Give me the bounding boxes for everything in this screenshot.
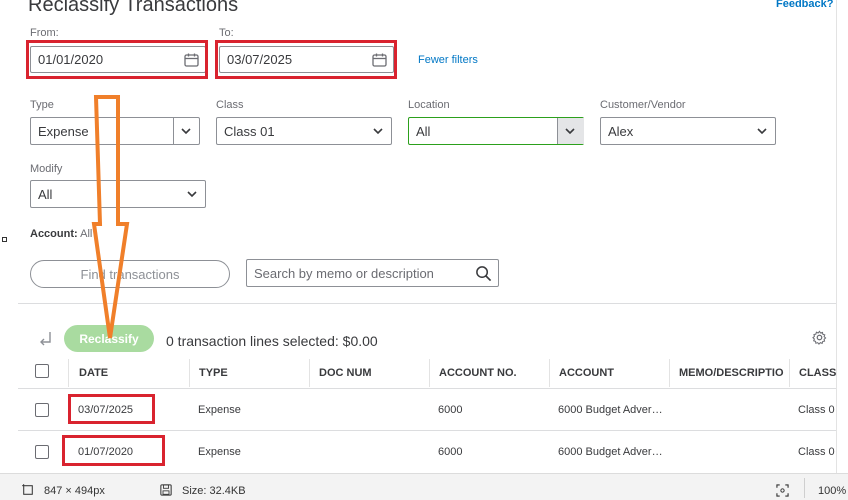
- type-select-divider: [173, 118, 174, 144]
- collapse-arrow-icon[interactable]: [38, 330, 54, 346]
- image-dimensions: 847 × 494px: [44, 485, 105, 497]
- account-label: Account:: [30, 228, 78, 240]
- column-header-date[interactable]: DATE: [79, 367, 108, 379]
- fit-screen-icon[interactable]: [776, 484, 789, 497]
- memo-search-input[interactable]: Search by memo or description: [246, 259, 499, 287]
- column-separator: [68, 359, 69, 387]
- row-checkbox[interactable]: [35, 403, 49, 417]
- row-account-no: 6000: [438, 446, 463, 458]
- customer-vendor-value: Alex: [608, 123, 634, 139]
- column-separator: [189, 359, 190, 387]
- to-date-highlight: [215, 40, 397, 79]
- from-date-highlight: [26, 40, 208, 79]
- column-header-type[interactable]: TYPE: [199, 367, 228, 379]
- chevron-down-icon[interactable]: [756, 125, 768, 137]
- column-separator: [549, 359, 550, 387]
- customer-vendor-label: Customer/Vendor: [600, 99, 686, 111]
- page-title: Reclassify Transactions: [28, 0, 239, 16]
- save-icon: [160, 484, 172, 496]
- modify-value: All: [38, 186, 53, 202]
- column-separator: [669, 359, 670, 387]
- row-date-highlight: [68, 394, 155, 424]
- row-account: 6000 Budget Adver…: [558, 404, 663, 416]
- annotation-arrow: [91, 95, 130, 339]
- fewer-filters-link[interactable]: Fewer filters: [418, 54, 478, 66]
- search-placeholder: Search by memo or description: [254, 265, 434, 281]
- customer-vendor-select[interactable]: Alex: [600, 117, 776, 145]
- location-select[interactable]: All: [408, 117, 584, 145]
- type-value: Expense: [38, 123, 89, 139]
- file-size: Size: 32.4KB: [182, 485, 246, 497]
- row-account: 6000 Budget Adver…: [558, 446, 663, 458]
- class-label: Class: [216, 99, 244, 111]
- row-checkbox[interactable]: [35, 445, 49, 459]
- location-label: Location: [408, 99, 450, 111]
- row-type: Expense: [198, 404, 241, 416]
- right-edge-divider: [836, 0, 837, 473]
- zoom-level[interactable]: 100%: [818, 485, 846, 497]
- row-type: Expense: [198, 446, 241, 458]
- feedback-link[interactable]: Feedback?: [776, 0, 833, 10]
- column-header-memo[interactable]: MEMO/DESCRIPTIO: [679, 367, 789, 379]
- statusbar-divider: [804, 478, 805, 498]
- class-select[interactable]: Class 01: [216, 117, 392, 145]
- location-value: All: [416, 123, 431, 139]
- column-header-doc-num[interactable]: DOC NUM: [319, 367, 372, 379]
- to-label: To:: [219, 27, 234, 39]
- search-icon[interactable]: [475, 265, 492, 282]
- modify-label: Modify: [30, 163, 63, 175]
- dimensions-icon: [22, 484, 33, 495]
- from-label: From:: [30, 27, 59, 39]
- chevron-down-icon[interactable]: [564, 125, 576, 137]
- resize-handle: [2, 237, 7, 242]
- column-header-class[interactable]: CLASS: [799, 367, 836, 379]
- selection-summary: 0 transaction lines selected: $0.00: [166, 333, 378, 349]
- row-class: Class 0: [798, 404, 835, 416]
- status-bar: [0, 473, 848, 500]
- column-separator: [429, 359, 430, 387]
- row-date-highlight: [62, 435, 165, 466]
- chevron-down-icon[interactable]: [186, 188, 198, 200]
- chevron-down-icon[interactable]: [180, 125, 192, 137]
- gear-icon[interactable]: [812, 330, 827, 345]
- column-header-account[interactable]: ACCOUNT: [559, 367, 614, 379]
- chevron-down-icon[interactable]: [372, 125, 384, 137]
- column-separator: [309, 359, 310, 387]
- class-value: Class 01: [224, 123, 275, 139]
- column-header-account-no[interactable]: ACCOUNT NO.: [439, 367, 517, 379]
- column-separator: [789, 359, 790, 387]
- type-label: Type: [30, 99, 54, 111]
- row-account-no: 6000: [438, 404, 463, 416]
- row-class: Class 0: [798, 446, 835, 458]
